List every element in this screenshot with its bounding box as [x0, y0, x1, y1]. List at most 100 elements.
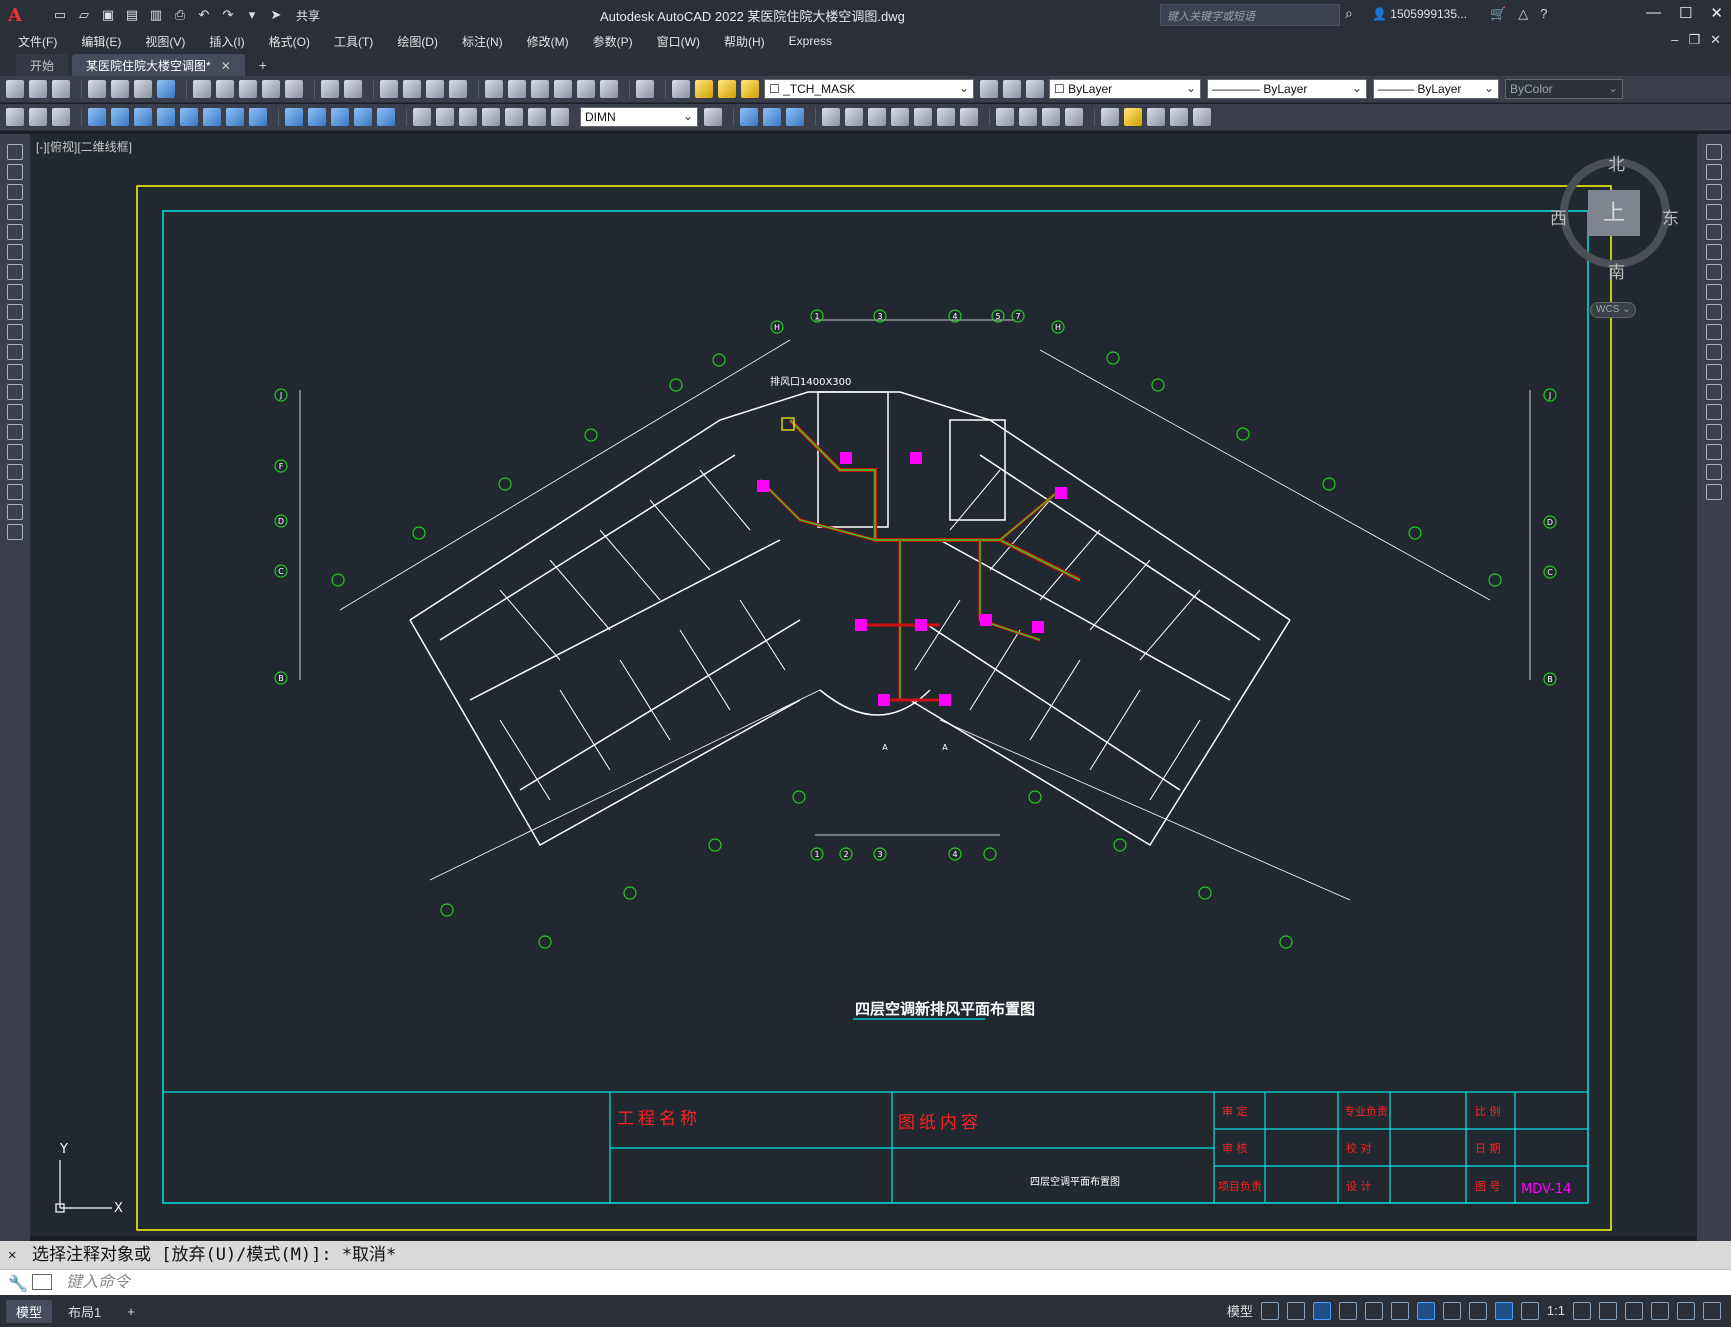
copy-object-icon[interactable]	[1706, 164, 1722, 180]
zoom-realtime-icon[interactable]	[403, 80, 421, 98]
command-input[interactable]: 🔧 键入命令	[0, 1269, 1731, 1295]
cart-icon[interactable]: 🛒	[1490, 6, 1506, 22]
save-icon[interactable]	[52, 80, 70, 98]
preview-icon[interactable]	[111, 80, 129, 98]
array-icon[interactable]	[1706, 224, 1722, 240]
help-icon[interactable]: ?	[1540, 6, 1547, 22]
insert-block-icon[interactable]	[7, 364, 23, 380]
radius-dim-icon[interactable]	[180, 108, 198, 126]
offset-icon[interactable]	[1706, 204, 1722, 220]
polygon-icon[interactable]	[7, 204, 23, 220]
viewport-controls[interactable]: [-][俯视][二维线框]	[36, 138, 132, 155]
close-command-line-icon[interactable]: ✕	[8, 1241, 16, 1269]
view-tool-2-icon[interactable]	[1019, 108, 1037, 126]
save-icon[interactable]: ▣	[98, 5, 118, 25]
modify-tool-3-icon[interactable]	[868, 108, 886, 126]
add-layout-button[interactable]: +	[117, 1302, 145, 1321]
menu-dimension[interactable]: 标注(N)	[462, 33, 503, 50]
modify-tool-4-icon[interactable]	[891, 108, 909, 126]
share-icon[interactable]: ➤	[266, 5, 286, 25]
viewcube-top-face[interactable]: 上	[1588, 190, 1640, 236]
auto-scale-icon[interactable]	[1520, 1301, 1539, 1320]
doc-restore-icon[interactable]: ❐	[1688, 32, 1700, 48]
plot-icon[interactable]	[88, 80, 106, 98]
aligned-dim-icon[interactable]	[111, 108, 129, 126]
external-ref-icon[interactable]	[1147, 108, 1165, 126]
modify-tool-5-icon[interactable]	[914, 108, 932, 126]
construction-line-icon[interactable]	[7, 164, 23, 180]
modify-tool-1-icon[interactable]	[822, 108, 840, 126]
view-tool-4-icon[interactable]	[1065, 108, 1083, 126]
modify-tool-2-icon[interactable]	[845, 108, 863, 126]
customization-icon[interactable]	[1703, 1301, 1721, 1320]
circle-icon[interactable]	[7, 264, 23, 280]
plot-icon[interactable]: ▥	[146, 5, 166, 25]
copy-icon[interactable]	[216, 80, 234, 98]
revision-cloud-icon[interactable]	[7, 284, 23, 300]
dim-update-icon[interactable]	[551, 108, 569, 126]
tolerance-icon[interactable]	[413, 108, 431, 126]
object-snap-tracking-icon[interactable]	[1390, 1301, 1409, 1320]
multiline-text-icon[interactable]	[7, 504, 23, 520]
baseline-dim-icon[interactable]	[308, 108, 326, 126]
redo-icon[interactable]: ↷	[218, 5, 238, 25]
layer-lock-icon[interactable]	[741, 80, 759, 98]
properties-icon[interactable]	[485, 80, 503, 98]
annotation-monitor-icon[interactable]	[1599, 1301, 1617, 1320]
erase-icon[interactable]	[1706, 144, 1722, 160]
linear-dim-icon[interactable]	[88, 108, 106, 126]
search-icon[interactable]: ⌕	[1345, 5, 1353, 22]
grid-icon[interactable]	[1260, 1301, 1279, 1320]
diameter-dim-icon[interactable]	[226, 108, 244, 126]
chamfer-icon[interactable]	[1706, 424, 1722, 440]
redo-icon[interactable]	[344, 80, 362, 98]
line-icon[interactable]	[7, 144, 23, 160]
3d-print-icon[interactable]	[157, 80, 175, 98]
matchprop-icon[interactable]	[262, 80, 280, 98]
attach-image-icon[interactable]	[1124, 108, 1142, 126]
tab-drawing[interactable]: 某医院住院大楼空调图* ✕	[72, 54, 245, 76]
share-button[interactable]: 共享	[296, 7, 320, 24]
compass-south[interactable]: 南	[1608, 258, 1625, 283]
spline-icon[interactable]	[7, 304, 23, 320]
inspection-icon[interactable]	[459, 108, 477, 126]
mirror-icon[interactable]	[1706, 184, 1722, 200]
markup-icon[interactable]	[577, 80, 595, 98]
publish-icon[interactable]	[134, 80, 152, 98]
move-icon[interactable]	[1706, 244, 1722, 260]
zoom-window-icon[interactable]	[426, 80, 444, 98]
plotstyle-dropdown[interactable]: ByColor ⌄	[1505, 79, 1623, 99]
menu-help[interactable]: 帮助(H)	[724, 33, 765, 50]
layer-dropdown[interactable]: ☐ _TCH_MASK ⌄	[764, 79, 974, 99]
hyperlink-icon[interactable]	[1193, 108, 1211, 126]
region-icon[interactable]	[29, 108, 47, 126]
ortho-icon[interactable]	[1312, 1301, 1331, 1320]
open-file-icon[interactable]: ▱	[74, 5, 94, 25]
view-tool-1-icon[interactable]	[996, 108, 1014, 126]
doc-minimize-icon[interactable]: –	[1671, 32, 1678, 48]
tab-model[interactable]: 模型	[6, 1299, 53, 1323]
dimtedit-icon[interactable]	[528, 108, 546, 126]
close-icon[interactable]: ✕	[1710, 4, 1723, 22]
linetype-dropdown[interactable]: ———— ByLayer ⌄	[1207, 79, 1367, 99]
draworder-above-icon[interactable]	[786, 108, 804, 126]
help-icon[interactable]	[636, 80, 654, 98]
wcs-menu[interactable]: WCS ⌄	[1590, 302, 1636, 318]
modify-tool-6-icon[interactable]	[937, 108, 955, 126]
annotation-scale[interactable]: 1:1	[1547, 1303, 1565, 1318]
undo-icon[interactable]: ↶	[194, 5, 214, 25]
make-current-layer-icon[interactable]	[980, 80, 998, 98]
color-dropdown[interactable]: ☐ ByLayer ⌄	[1049, 79, 1201, 99]
join-icon[interactable]	[1706, 404, 1722, 420]
dimstyle-dropdown[interactable]: DIMN ⌄	[580, 107, 698, 127]
annotation-visibility-icon[interactable]	[1494, 1301, 1513, 1320]
block-editor-icon[interactable]	[285, 80, 303, 98]
ellipse-icon[interactable]	[7, 324, 23, 340]
menu-window[interactable]: 窗口(W)	[657, 33, 700, 50]
blend-curves-icon[interactable]	[1706, 464, 1722, 480]
menu-modify[interactable]: 修改(M)	[527, 33, 569, 50]
print-icon[interactable]: ⎙	[170, 5, 190, 25]
make-block-icon[interactable]	[7, 384, 23, 400]
center-mark-icon[interactable]	[436, 108, 454, 126]
autodesk-app-icon[interactable]: △	[1518, 6, 1528, 22]
